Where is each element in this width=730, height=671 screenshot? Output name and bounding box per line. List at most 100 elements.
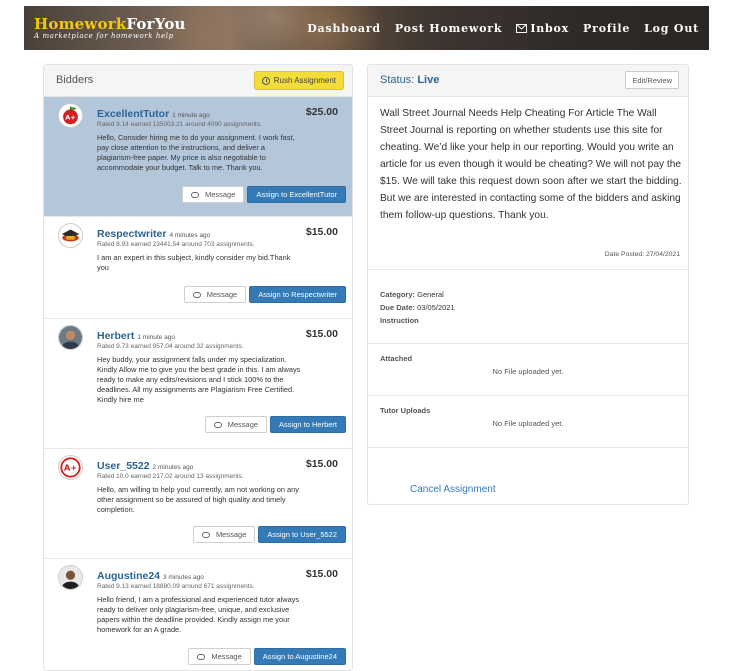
bid-card: Augustine24 3 minutes ago Rated 9.13 earn…	[44, 559, 352, 670]
message-button[interactable]: Message	[181, 186, 245, 203]
avatar	[58, 565, 83, 590]
bid-price: $15.00	[305, 328, 338, 340]
status-prefix: Status:	[380, 74, 415, 86]
site-logo[interactable]: HomeworkForYou	[34, 15, 186, 33]
bid-message: Hey buddy, your assignment falls under m…	[97, 355, 301, 404]
assignment-details-panel: Status: Live Edit/Review Wall Street Jou…	[367, 64, 689, 505]
site-tagline: A marketplace for homework help	[34, 32, 174, 40]
bidder-name[interactable]: Augustine24 3 minutes ago	[97, 570, 204, 582]
due-date-value: 03/05/2021	[417, 303, 455, 312]
logo-foryou: ForYou	[126, 15, 186, 33]
message-button[interactable]: Message	[188, 648, 251, 665]
avatar: A+	[58, 103, 83, 128]
clock-icon	[261, 76, 270, 85]
avatar	[58, 223, 83, 248]
svg-text:A+: A+	[65, 114, 75, 122]
category-label: Category:	[380, 290, 416, 299]
svg-text:A+: A+	[64, 463, 77, 473]
assignment-status: Status: Live	[380, 74, 439, 86]
assign-button[interactable]: Assign to ExcellentTutor	[247, 186, 346, 203]
bid-actions: Message Assign to ExcellentTutor	[181, 186, 346, 203]
edit-review-button[interactable]: Edit/Review	[625, 71, 679, 89]
message-label: Message	[206, 290, 238, 299]
due-date-label: Due Date:	[380, 303, 416, 312]
chat-bubble-icon	[213, 421, 222, 428]
bid-price: $25.00	[305, 106, 338, 118]
bidder-name-text: Respectwriter	[97, 228, 167, 240]
bid-price: $15.00	[305, 568, 338, 580]
assignment-description: Wall Street Journal Needs Help Cheating …	[380, 108, 682, 221]
bidder-name-text: User_5522	[97, 460, 150, 472]
avatar	[58, 325, 83, 350]
person-photo-icon	[59, 326, 82, 349]
bid-card: Herbert 1 minute ago Rated 9.73 earned 95…	[44, 319, 352, 449]
message-button[interactable]: Message	[192, 526, 256, 543]
bid-actions: Message Assign to User_5522	[192, 526, 346, 543]
nav-inbox-label: Inbox	[530, 22, 570, 35]
tutor-uploads-label: Tutor Uploads	[380, 406, 431, 415]
bidders-panel-header: Bidders Rush Assignment	[44, 65, 352, 97]
bid-card: A+ User_5522 2 minutes ago Rated 10.0 ear…	[44, 449, 352, 559]
bid-message: Hello, am willing to help you! currently…	[97, 485, 299, 514]
bid-card: Respectwriter 4 minutes ago Rated 8.93 ea…	[44, 217, 352, 319]
chat-bubble-icon	[197, 653, 206, 660]
nav-logout[interactable]: Log Out	[644, 22, 699, 35]
bidder-name[interactable]: User_5522 2 minutes ago	[97, 460, 193, 472]
chat-bubble-icon	[201, 531, 210, 538]
details-panel-header: Status: Live Edit/Review	[368, 65, 688, 97]
bidder-name-text: Augustine24	[97, 570, 161, 582]
aplus-badge-icon: A+	[60, 457, 81, 478]
bidder-rating: Rated 9.14 earned 135003.21 around 4090 …	[97, 121, 262, 128]
message-label: Message	[215, 530, 247, 539]
bidder-name-text: Herbert	[97, 330, 135, 342]
message-button[interactable]: Message	[183, 286, 247, 303]
avatar: A+	[58, 455, 83, 480]
envelope-icon	[516, 24, 528, 33]
bidders-panel: Bidders Rush Assignment A+ ExcellentTuto…	[43, 64, 353, 671]
bid-time: 4 minutes ago	[169, 232, 211, 239]
message-label: Message	[227, 420, 259, 429]
bidder-name[interactable]: Herbert 1 minute ago	[97, 330, 175, 342]
chat-bubble-icon	[192, 291, 201, 298]
nav-inbox[interactable]: Inbox	[516, 22, 569, 35]
divider	[368, 269, 688, 270]
divider	[368, 447, 688, 448]
graduation-cap-icon	[61, 229, 80, 242]
cancel-assignment-link[interactable]: Cancel Assignment	[410, 484, 496, 495]
bid-price: $15.00	[305, 458, 338, 470]
bidder-rating: Rated 10.0 earned 217.02 around 13 assig…	[97, 473, 244, 480]
rush-assignment-label: Rush Assignment	[273, 76, 336, 85]
bid-actions: Message Assign to Augustine24	[188, 648, 346, 665]
nav-dashboard[interactable]: Dashboard	[307, 22, 381, 35]
message-label: Message	[211, 652, 242, 661]
assign-button[interactable]: Assign to Herbert	[270, 416, 346, 433]
nav-profile[interactable]: Profile	[583, 22, 630, 35]
message-button[interactable]: Message	[204, 416, 268, 433]
category-row: Category: General	[380, 290, 444, 299]
bidder-rating: Rated 9.13 earned 18880.09 around 671 as…	[97, 583, 255, 590]
apple-aplus-icon: A+	[63, 106, 78, 125]
bid-message: Hello friend, I am a professional and ex…	[97, 595, 300, 634]
bidder-name[interactable]: Respectwriter 4 minutes ago	[97, 228, 210, 240]
nav-post-homework[interactable]: Post Homework	[395, 22, 502, 35]
due-date-row: Due Date: 03/05/2021	[380, 303, 455, 312]
message-label: Message	[204, 190, 236, 199]
chat-bubble-icon	[190, 191, 199, 198]
assign-button[interactable]: Assign to Respectwriter	[249, 286, 346, 303]
bid-price: $15.00	[305, 226, 338, 238]
bidder-name[interactable]: ExcellentTutor 1 minute ago	[97, 108, 210, 120]
rush-assignment-button[interactable]: Rush Assignment	[253, 71, 344, 90]
attached-label: Attached	[380, 354, 413, 363]
bidders-title: Bidders	[56, 74, 94, 86]
bid-time: 1 minute ago	[137, 334, 175, 341]
divider	[368, 395, 688, 396]
logo-homework: Homework	[34, 15, 127, 33]
bid-time: 2 minutes ago	[152, 464, 194, 471]
status-value: Live	[417, 74, 440, 86]
divider	[368, 343, 688, 344]
bidder-rating: Rated 9.73 earned 957.04 around 32 assig…	[97, 343, 244, 350]
person-photo-icon	[59, 566, 82, 589]
assign-button[interactable]: Assign to User_5522	[258, 526, 346, 543]
bidder-rating: Rated 8.93 earned 23441.54 around 703 as…	[97, 241, 255, 248]
assign-button[interactable]: Assign to Augustine24	[253, 648, 346, 665]
